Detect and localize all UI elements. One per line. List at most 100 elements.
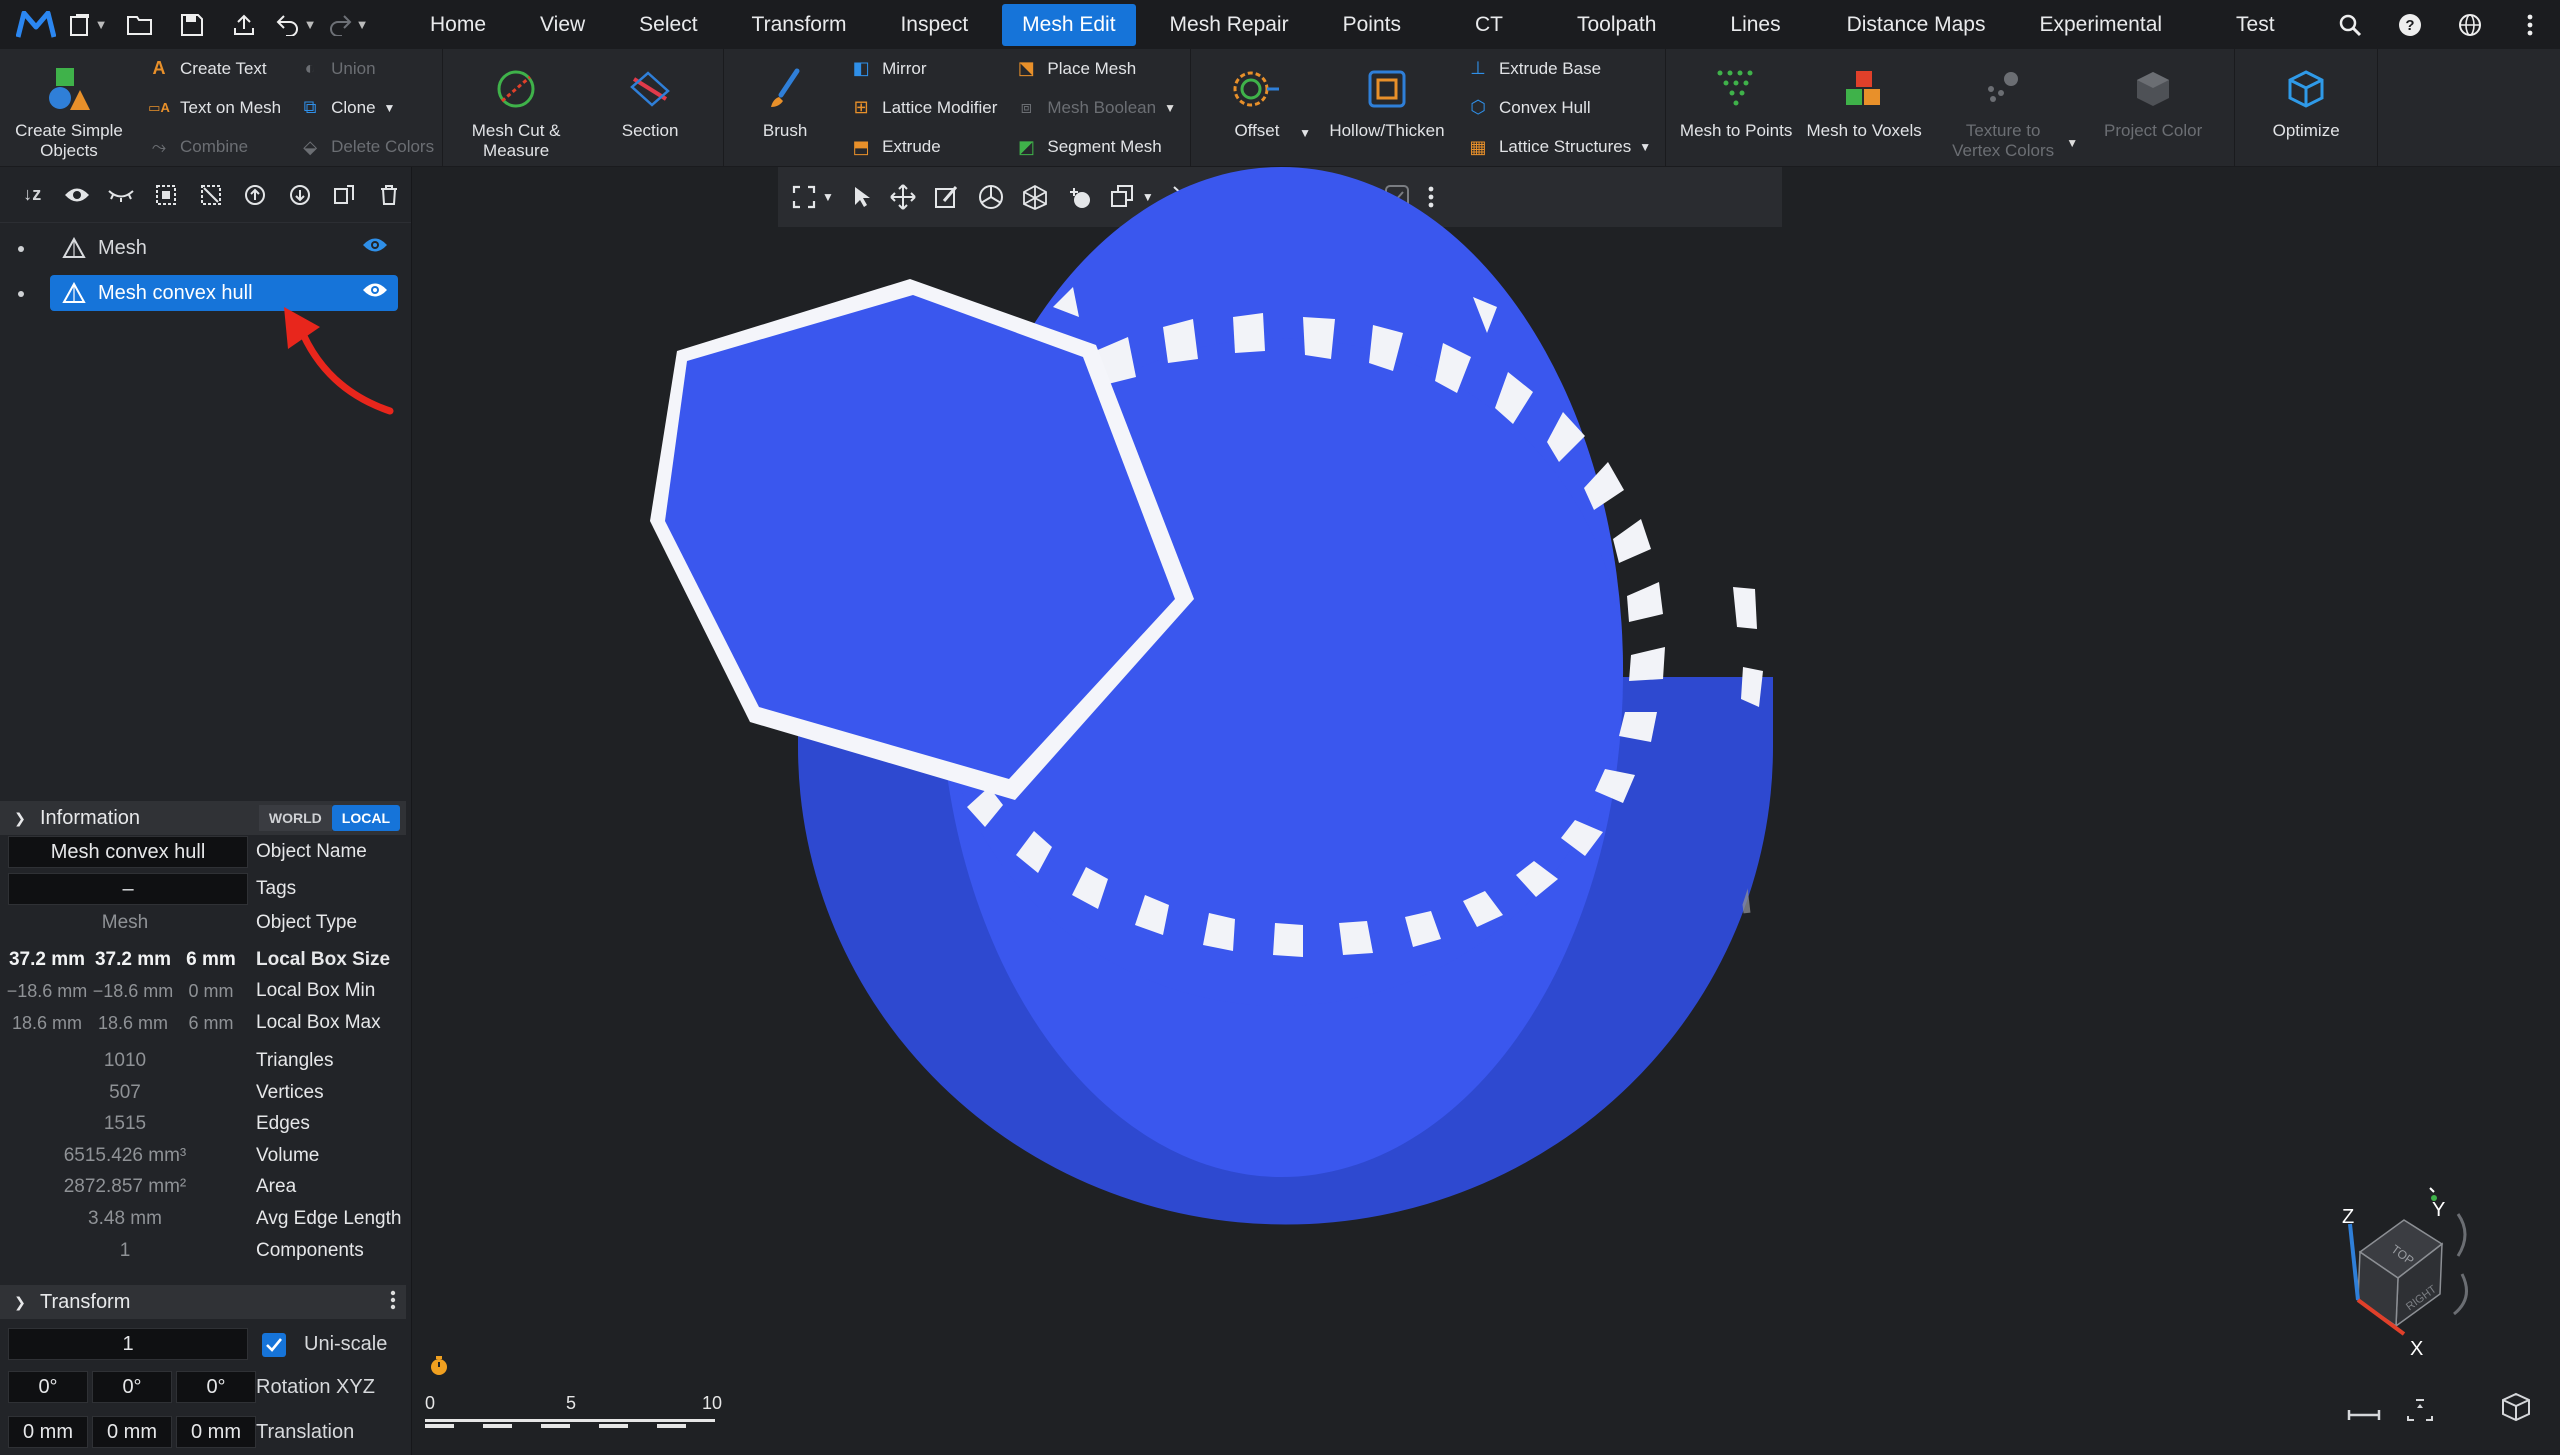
volume-row: 6515.426 mm³ Volume [0,1140,412,1172]
object-type-row: Mesh Object Type [0,907,412,939]
box-max-x: 18.6 mm [11,1012,83,1033]
timer-icon[interactable] [429,1355,449,1383]
eye-icon[interactable] [55,175,100,215]
scale-input[interactable]: 1 [8,1328,248,1360]
tab-inspect[interactable]: Inspect [880,4,988,46]
mesh-cut-measure-label: Mesh Cut & Measure [471,121,561,160]
tab-distance-maps[interactable]: Distance Maps [1827,4,2006,46]
hollow-thicken-icon [1363,65,1411,113]
sort-az-icon[interactable]: ↓z [10,175,55,215]
mesh-boolean-button[interactable]: ⧈ Mesh Boolean ▼ [1013,88,1176,127]
tab-ct[interactable]: CT [1455,4,1523,46]
tab-view[interactable]: View [520,4,605,46]
3d-viewport[interactable]: ▼ ▼ ▼ ▼ [413,167,2560,1455]
uniscale-checkbox[interactable] [262,1333,286,1357]
components-label: Components [256,1240,364,1261]
union-button[interactable]: ◐ Union [297,49,434,88]
convex-hull-button[interactable]: ⬡ Convex Hull [1465,88,1651,127]
mesh-convex-hull-render[interactable] [413,167,2560,1455]
transform-title: Transform [40,1290,131,1313]
redo-icon[interactable]: ▼ [322,5,374,45]
texture-to-vertex-colors-button[interactable]: Texture to Vertex Colors ▼ [1928,49,2078,167]
language-globe-icon[interactable] [2440,0,2500,49]
undo-icon[interactable]: ▼ [270,5,322,45]
duplicate-icon[interactable] [322,175,367,215]
clone-button[interactable]: ⧉ Clone ▼ [297,88,434,127]
move-down-icon[interactable] [277,175,322,215]
search-icon[interactable] [2320,0,2380,49]
navigation-cube[interactable]: Y Z X TOP RIGHT [2338,1184,2478,1359]
trash-icon[interactable] [367,175,412,215]
rotation-y-input[interactable]: 0° [92,1371,172,1403]
offset-button[interactable]: Offset ▼ [1197,49,1317,167]
text-on-mesh-button[interactable]: ▭A Text on Mesh [146,88,281,127]
project-color-button[interactable]: Project Color [2078,49,2228,167]
create-text-button[interactable]: A Create Text [146,49,281,88]
ribbon-group-cut: Mesh Cut & Measure Section [443,49,725,167]
measure-ruler-icon[interactable] [2347,1401,2381,1429]
hollow-thicken-button[interactable]: Hollow/Thicken [1317,49,1457,167]
select-all-icon[interactable] [144,175,189,215]
rotation-x-input[interactable]: 0° [8,1371,88,1403]
tab-home[interactable]: Home [410,4,506,46]
tab-experimental[interactable]: Experimental [2019,4,2182,46]
open-folder-icon[interactable] [114,5,166,45]
create-simple-objects-button[interactable]: Create Simple Objects [0,49,138,167]
box-size-x: 37.2 mm [8,949,86,970]
combine-button[interactable]: ⤳ Combine [146,128,281,167]
chevron-down-icon: ▼ [1639,140,1652,155]
lattice-modifier-button[interactable]: ⊞ Lattice Modifier [848,88,998,127]
translation-y-input[interactable]: 0 mm [92,1416,172,1448]
tab-mesh-edit[interactable]: Mesh Edit [1002,3,1136,46]
area-row: 2872.857 mm² Area [0,1171,412,1203]
tab-lines[interactable]: Lines [1710,4,1800,46]
vertices-row: 507 Vertices [0,1077,412,1109]
scene-item-mesh[interactable]: Mesh [50,230,398,266]
tab-transform[interactable]: Transform [732,4,867,46]
scale-ruler [425,1419,715,1428]
mesh-to-voxels-button[interactable]: Mesh to Voxels [1800,49,1928,167]
save-icon[interactable] [166,5,218,45]
translation-x-input[interactable]: 0 mm [8,1416,88,1448]
transform-header[interactable]: ❯ Transform [0,1285,406,1319]
tab-mesh-repair[interactable]: Mesh Repair [1150,4,1309,46]
optimize-button[interactable]: Optimize [2241,49,2371,167]
box-min-row: −18.6 mm −18.6 mm 0 mm Local Box Min [0,975,412,1007]
extrude-base-button[interactable]: ⊥ Extrude Base [1465,49,1651,88]
rotation-z-input[interactable]: 0° [176,1371,256,1403]
export-icon[interactable] [218,5,270,45]
mirror-button[interactable]: ◧ Mirror [848,49,997,88]
brush-button[interactable]: Brush [730,49,840,167]
segment-mesh-button[interactable]: ◩ Segment Mesh [1013,128,1176,167]
move-up-icon[interactable] [233,175,278,215]
deselect-icon[interactable] [188,175,233,215]
mesh-cut-measure-button[interactable]: Mesh Cut & Measure [449,49,583,167]
help-icon[interactable]: ? [2380,0,2440,49]
mesh-to-points-button[interactable]: Mesh to Points [1672,49,1800,167]
axis-y-label: Y [2432,1199,2445,1221]
more-menu-icon[interactable] [2500,0,2560,49]
app-logo-icon[interactable] [10,5,62,45]
information-header[interactable]: ❯ Information WORLD LOCAL [0,801,406,835]
tab-select[interactable]: Select [619,4,717,46]
ribbon-group-offset: Offset ▼ Hollow/Thicken ⊥ Extrude Base ⬡ C… [1191,49,1667,167]
svg-text:?: ? [2405,17,2414,34]
local-toggle[interactable]: LOCAL [331,805,400,831]
lattice-structures-button[interactable]: ▦ Lattice Structures ▼ [1465,128,1651,167]
more-options-icon[interactable] [390,1289,396,1317]
place-mesh-button[interactable]: ⬔ Place Mesh [1013,49,1176,88]
translation-z-input[interactable]: 0 mm [176,1416,256,1448]
extrude-button[interactable]: ⬒ Extrude [848,128,997,167]
visibility-eye-icon[interactable] [362,236,388,260]
tab-points[interactable]: Points [1323,4,1421,46]
tab-toolpath[interactable]: Toolpath [1557,4,1676,46]
view-cube-toggle-icon[interactable] [2501,1392,2531,1429]
new-document-icon[interactable]: ▼ [62,5,114,45]
delete-colors-button[interactable]: ⬙ Delete Colors [297,128,434,167]
box-max-label: Local Box Max [256,1012,381,1033]
section-button[interactable]: Section [583,49,717,167]
world-toggle[interactable]: WORLD [258,805,332,831]
tab-test[interactable]: Test [2216,4,2295,46]
fit-selection-icon[interactable] [2406,1398,2434,1429]
eye-closed-icon[interactable] [99,175,144,215]
